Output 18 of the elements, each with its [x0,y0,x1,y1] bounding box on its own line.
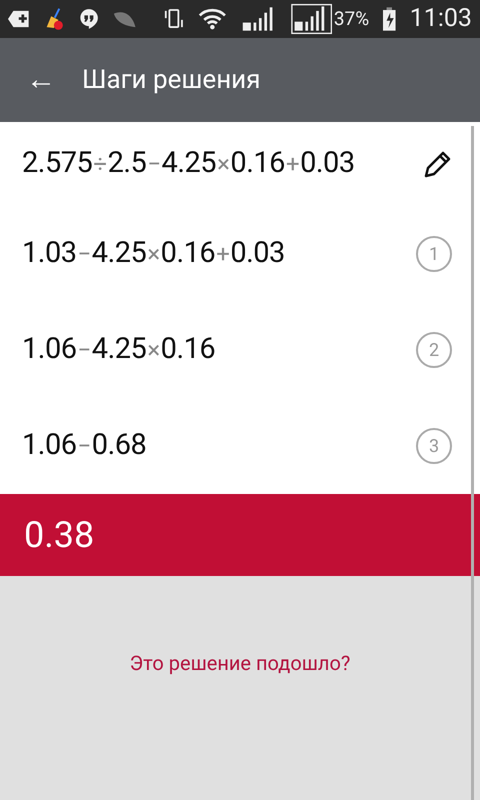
step-number: 1 [416,236,452,272]
expression: 2.575÷2.5−4.25×0.16+0.03 [22,145,356,182]
battery-percent: 37% [334,6,370,32]
back-button[interactable]: ← [26,65,56,95]
expression: 1.06−0.68 [22,427,148,464]
expression: 1.03−4.25×0.16+0.03 [22,235,286,272]
result-value: 0.38 [24,513,94,558]
wifi-icon [198,7,227,31]
screen-title: Шаги решения [82,64,260,96]
feedback-link[interactable]: Это решение подошло? [130,648,350,678]
medical-cross-icon [8,9,30,29]
battery-charging-icon [383,6,396,32]
signal-icon [290,2,332,36]
clock: 11:03 [410,3,472,36]
expression: 1.06−4.25×0.16 [22,331,216,368]
chat-bubble-icon [79,7,99,31]
step-number: 2 [416,332,452,368]
step-number: 3 [416,428,452,464]
